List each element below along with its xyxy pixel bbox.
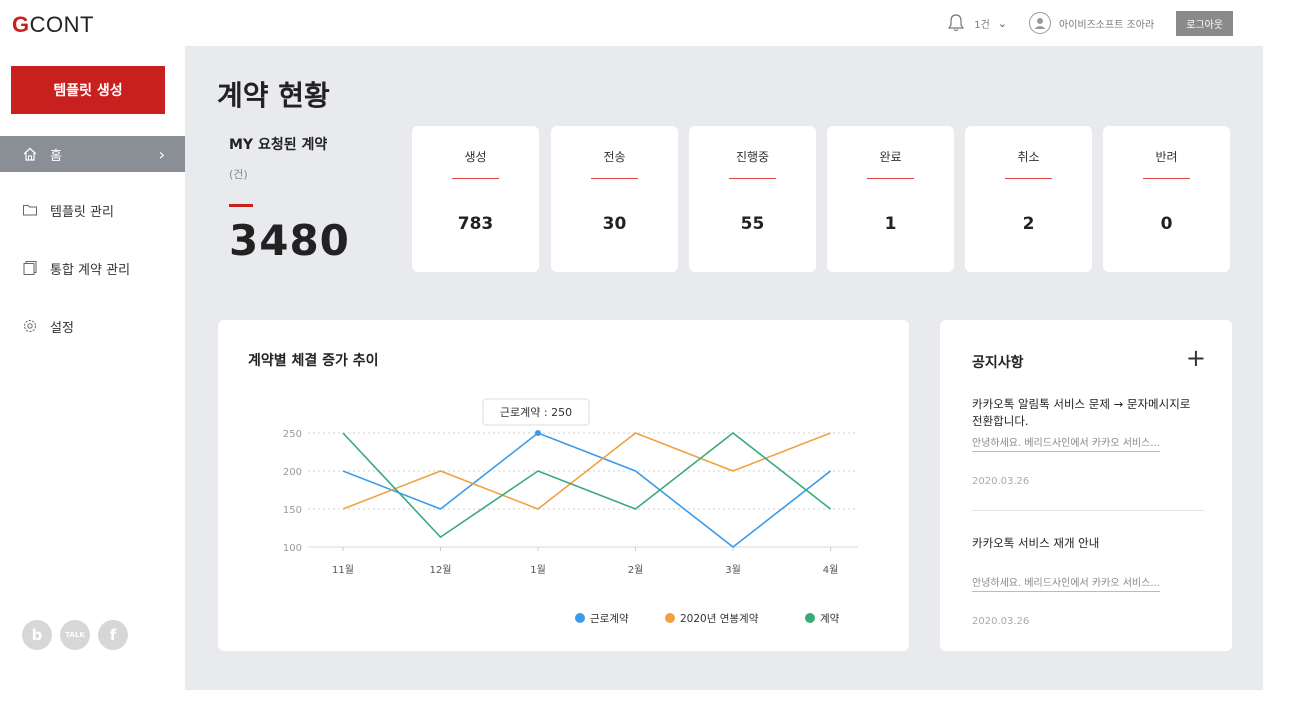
my-requested-unit: (건) (229, 168, 248, 181)
sidebar-item-label: 템플릿 관리 (50, 204, 114, 220)
legend-swatch (665, 613, 675, 623)
stat-label: 생성 (464, 150, 487, 164)
chevron-down-icon[interactable]: ⌄ (998, 17, 1007, 30)
accent-bar (229, 204, 253, 207)
sidebar-item-label: 홈 (50, 148, 62, 164)
series-line-2 (342, 432, 831, 510)
stat-value: 30 (602, 214, 627, 234)
y-tick-label: 200 (283, 467, 302, 478)
sidebar-item-settings[interactable]: 설정 (0, 308, 185, 344)
documents-icon (23, 261, 37, 275)
user-name: 아이비즈소프트 조아라 (1059, 19, 1155, 31)
x-tick-label: 2월 (628, 564, 644, 576)
legend-label: 계약 (820, 613, 840, 625)
y-tick-label: 100 (283, 543, 302, 554)
avatar[interactable] (1029, 12, 1051, 34)
page-title: 계약 현황 (217, 79, 330, 112)
notice-body[interactable]: 안녕하세요. 베리드사인에서 카카오 서비스... (972, 434, 1160, 452)
x-tick-label: 1월 (530, 564, 546, 576)
add-notice-button[interactable]: + (1186, 344, 1206, 372)
kakaotalk-icon[interactable]: TALK (60, 620, 90, 650)
create-template-button[interactable]: 템플릿 생성 (11, 66, 165, 114)
notice-headline[interactable]: 카카오톡 알림톡 서비스 문제 → 문자메시지로 전환합니다. (972, 396, 1204, 430)
trend-chart: 100 150 200 250 11월 12월 1월 2월 3월 4월 근로계약 : 250 근로계약… (283, 398, 858, 625)
stat-value: 783 (457, 214, 494, 234)
sidebar-item-contracts[interactable]: 통합 계약 관리 (0, 250, 185, 286)
notice-date: 2020.03.26 (972, 476, 1030, 487)
stat-underline (1143, 178, 1190, 179)
stat-card-created[interactable]: 생성 783 (412, 126, 539, 272)
legend-label: 2020년 연봉계약 (680, 613, 759, 625)
notice-title: 공지사항 (972, 355, 1024, 371)
folder-icon (23, 205, 37, 216)
bell-icon[interactable] (946, 13, 966, 33)
tooltip-text: 근로계약 : 250 (500, 405, 572, 419)
stat-card-rejected[interactable]: 반려 0 (1103, 126, 1230, 272)
stat-card-cancelled[interactable]: 취소 2 (965, 126, 1092, 272)
logo-text: CONT (29, 12, 94, 37)
facebook-icon[interactable]: f (98, 620, 128, 650)
logo[interactable]: GCONT (12, 12, 94, 38)
stat-card-sent[interactable]: 전송 30 (551, 126, 678, 272)
legend-label: 근로계약 (590, 613, 629, 625)
y-tick-label: 150 (283, 505, 302, 516)
main-content: 계약 현황 MY 요청된 계약 (건) 3480 생성 783 전송 30 진행… (185, 46, 1263, 690)
blog-icon[interactable]: b (22, 620, 52, 650)
tooltip-point (535, 430, 541, 436)
my-requested-label: MY 요청된 계약 (229, 137, 328, 153)
stat-label: 취소 (1017, 150, 1040, 164)
gear-icon (24, 320, 36, 332)
series-line-3 (342, 431, 831, 539)
stat-card-completed[interactable]: 완료 1 (827, 126, 954, 272)
logout-button[interactable]: 로그아웃 (1176, 10, 1233, 36)
chevron-right-icon: › (158, 144, 165, 164)
stat-value: 0 (1160, 214, 1173, 234)
x-tick-label: 12월 (430, 564, 452, 576)
my-requested-count: 3480 (229, 216, 350, 265)
sidebar-item-templates[interactable]: 템플릿 관리 (0, 192, 185, 228)
legend-swatch (805, 613, 815, 623)
app-root: GCONT 1건 ⌄ 아이비즈소프트 조아라 로그아웃 템플릿 생성 홈 › 템… (0, 0, 1293, 702)
top-header: GCONT 1건 ⌄ 아이비즈소프트 조아라 로그아웃 (0, 0, 1293, 46)
trend-chart-card: 계약별 체결 증가 추이 100 150 200 250 11월 12월 1월 2월 3월 4월 근… (218, 320, 909, 651)
user-icon (1034, 18, 1046, 29)
x-tick-label: 4월 (823, 564, 839, 576)
stat-value: 1 (884, 214, 897, 234)
stat-underline (591, 178, 638, 179)
y-tick-label: 250 (283, 429, 302, 440)
stat-card-in-progress[interactable]: 진행중 55 (689, 126, 816, 272)
stat-underline (452, 178, 499, 179)
stat-underline (729, 178, 776, 179)
sidebar-item-label: 통합 계약 관리 (50, 262, 131, 278)
sidebar: 템플릿 생성 홈 › 템플릿 관리 통합 계약 관리 설정 b TALK f (0, 46, 185, 702)
notice-headline[interactable]: 카카오톡 서비스 재개 안내 (972, 535, 1204, 552)
notice-card: 공지사항 + 카카오톡 알림톡 서비스 문제 → 문자메시지로 전환합니다. 안… (940, 320, 1232, 651)
logo-g: G (12, 12, 30, 37)
header-user-area: 1건 ⌄ 아이비즈소프트 조아라 로그아웃 (946, 10, 1233, 36)
notice-date: 2020.03.26 (972, 616, 1030, 627)
home-icon (23, 147, 37, 161)
stat-label: 완료 (879, 150, 902, 164)
stat-value: 2 (1022, 214, 1035, 234)
notice-item[interactable]: 카카오톡 알림톡 서비스 문제 → 문자메시지로 전환합니다. 안녕하세요. 베… (972, 396, 1204, 487)
sidebar-item-label: 설정 (50, 320, 74, 336)
notice-divider (972, 510, 1204, 511)
sidebar-item-home[interactable]: 홈 › (0, 136, 185, 172)
x-tick-label: 11월 (332, 564, 354, 576)
stat-label: 반려 (1155, 150, 1178, 164)
social-links: b TALK f (22, 620, 128, 650)
legend-swatch (575, 613, 585, 623)
stat-label: 진행중 (735, 150, 770, 164)
notification-count[interactable]: 1건 (974, 16, 990, 31)
stat-underline (1005, 178, 1052, 179)
stat-underline (867, 178, 914, 179)
notice-item[interactable]: 카카오톡 서비스 재개 안내 안녕하세요. 베리드사인에서 카카오 서비스...… (972, 535, 1204, 627)
x-tick-label: 3월 (725, 564, 741, 576)
stat-value: 55 (740, 214, 765, 234)
stat-label: 전송 (603, 150, 626, 164)
notice-body[interactable]: 안녕하세요. 베리드사인에서 카카오 서비스... (972, 574, 1160, 592)
